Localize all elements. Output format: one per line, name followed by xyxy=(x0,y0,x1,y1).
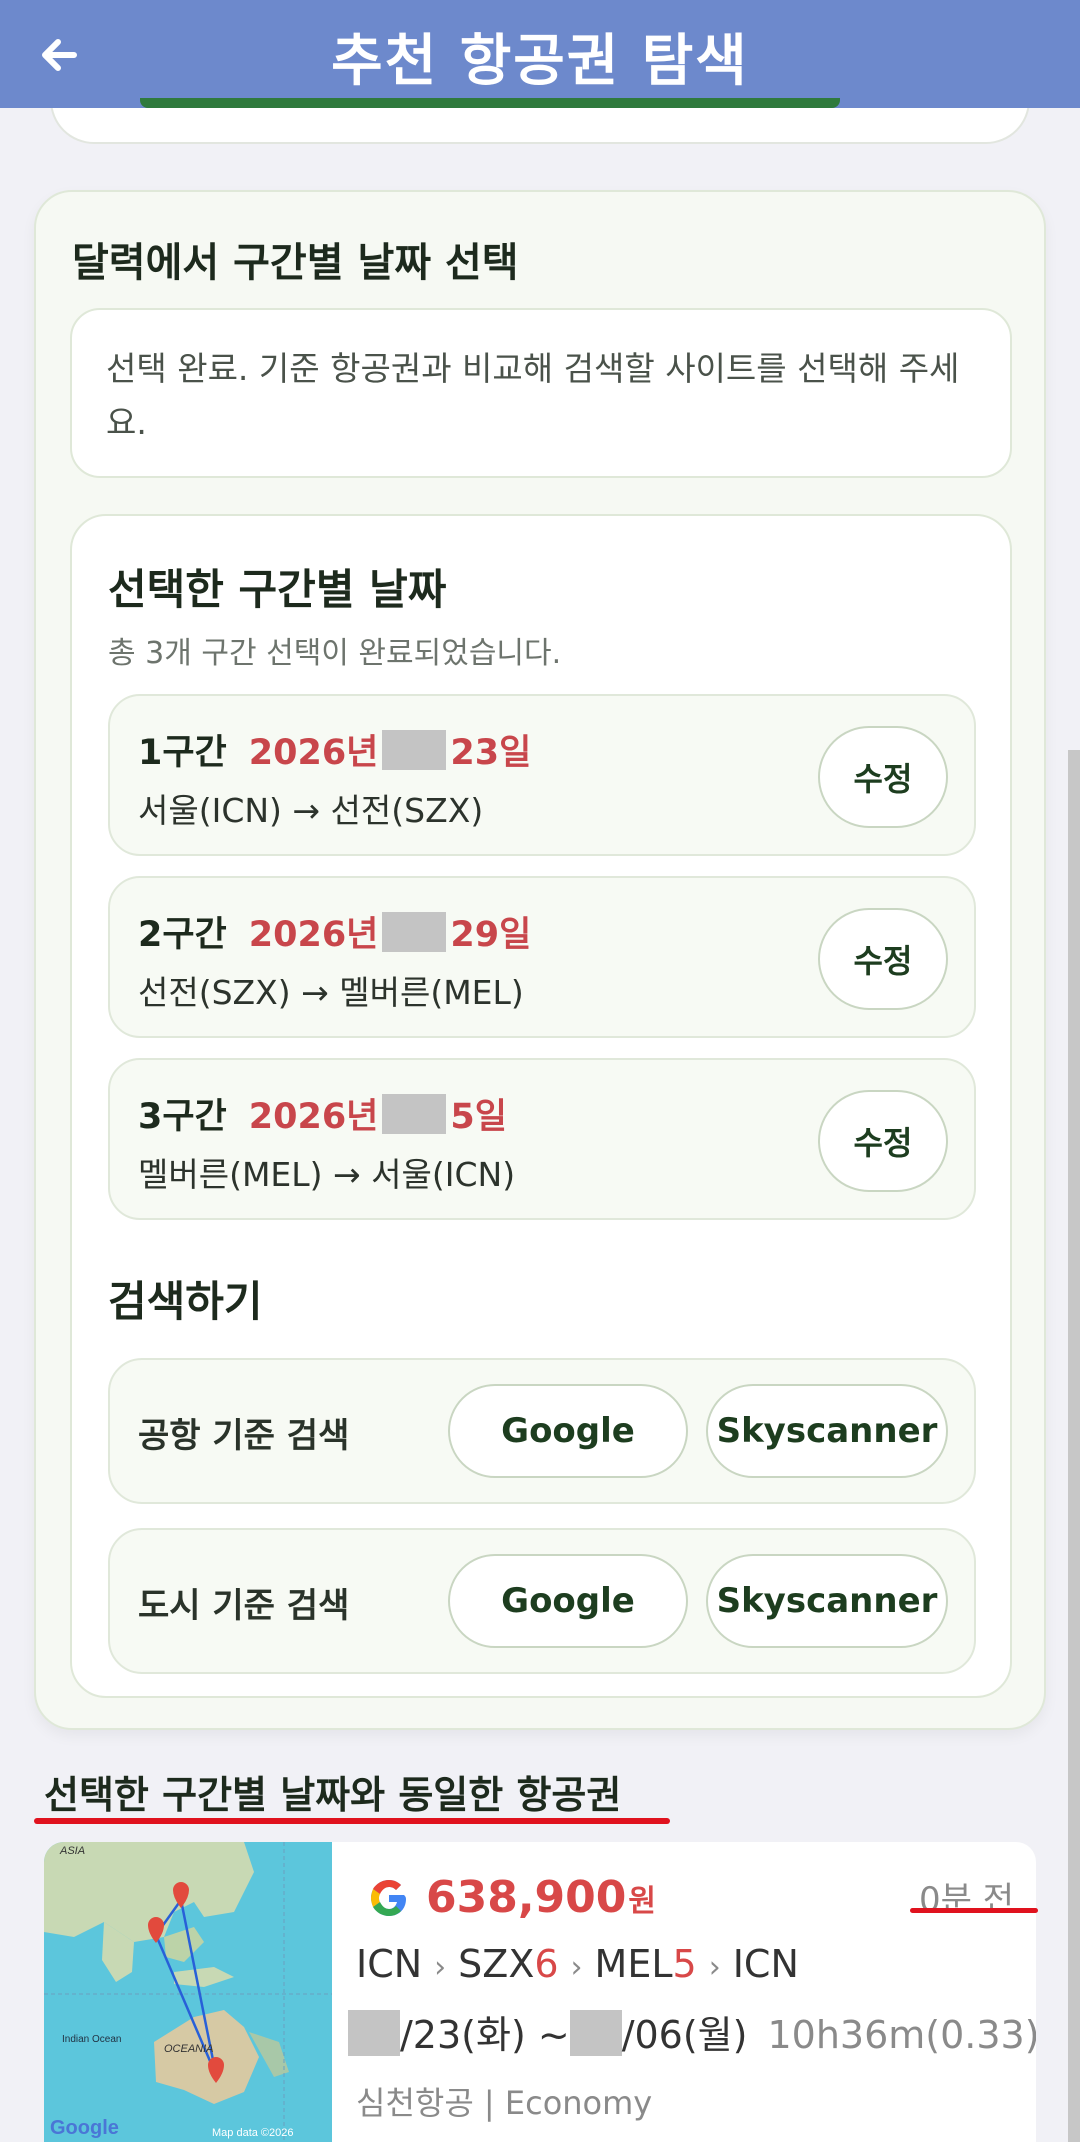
airport-google-button[interactable]: Google xyxy=(448,1384,688,1478)
map-label-oceania: OCEANIA xyxy=(164,2043,214,2055)
segment-label: 3구간 xyxy=(138,1097,227,1137)
calendar-selection-card: 달력에서 구간별 날짜 선택 선택 완료. 기준 항공권과 비교해 검색할 사이… xyxy=(34,190,1046,1730)
segment-date-line: 2구간 2026년 29일 xyxy=(138,906,531,957)
edit-segment-2-button[interactable]: 수정 xyxy=(818,908,948,1010)
selected-dates-title: 선택한 구간별 날짜 xyxy=(108,565,447,614)
airport-search-label: 공항 기준 검색 xyxy=(138,1416,350,1456)
status-message: 선택 완료. 기준 항공권과 비교해 검색할 사이트를 선택해 주세요. xyxy=(70,308,1012,478)
route-map: ASIA Indian Ocean OCEANIA Google Map dat… xyxy=(44,1842,332,2142)
redacted-month xyxy=(569,2010,622,2056)
segment-route: 멜버른(MEL) → 서울(ICN) xyxy=(138,1155,516,1194)
segment-year: 2026년 xyxy=(248,1097,379,1137)
end-date: /06(월) xyxy=(621,2013,748,2057)
redacted-month xyxy=(382,912,447,952)
selected-dates-card: 선택한 구간별 날짜 총 3개 구간 선택이 완료되었습니다. 1구간 2026년… xyxy=(70,514,1012,1698)
page-title: 추천 항공권 탐색 xyxy=(331,29,749,94)
price-row: 638,900 원 xyxy=(366,1872,656,1923)
route-stop: SZX xyxy=(458,1942,535,1986)
previous-card-button-edge xyxy=(140,98,840,108)
same-tickets-title: 선택한 구간별 날짜와 동일한 항공권 xyxy=(44,1773,622,1817)
currency-label: 원 xyxy=(628,1883,657,1919)
ticket-dates: /23(화) ~ /06(월) 10h36m(0.33) xyxy=(348,2004,1036,2059)
search-section-title: 검색하기 xyxy=(108,1277,263,1326)
start-date: /23(화) ~ xyxy=(400,2013,570,2057)
chevron-right-icon: › xyxy=(708,1950,721,1985)
redacted-month xyxy=(382,1094,447,1134)
segment-label: 2구간 xyxy=(138,915,227,955)
segment-2: 2구간 2026년 29일 선전(SZX) → 멜버른(MEL) 수정 xyxy=(108,876,976,1038)
route-stop: ICN xyxy=(356,1942,423,1986)
segment-3: 3구간 2026년 5일 멜버른(MEL) → 서울(ICN) 수정 xyxy=(108,1058,976,1220)
ticket-result-card[interactable]: ASIA Indian Ocean OCEANIA Google Map dat… xyxy=(44,1842,1036,2142)
calendar-section-title: 달력에서 구간별 날짜 선택 xyxy=(72,240,519,286)
city-search-row: 도시 기준 검색 Google Skyscanner xyxy=(108,1528,976,1674)
segment-1: 1구간 2026년 23일 서울(ICN) → 선전(SZX) 수정 xyxy=(108,694,976,856)
airport-search-row: 공항 기준 검색 Google Skyscanner xyxy=(108,1358,976,1504)
edit-segment-1-button[interactable]: 수정 xyxy=(818,726,948,828)
segment-day: 23일 xyxy=(450,733,532,773)
redacted-month xyxy=(382,730,447,770)
segment-date-line: 3구간 2026년 5일 xyxy=(138,1088,507,1139)
stay-days: 5 xyxy=(672,1942,697,1986)
ticket-route: ICN › SZX6 › MEL5 › ICN xyxy=(356,1942,799,1986)
map-label-asia: ASIA xyxy=(59,1845,85,1857)
route-stop: MEL xyxy=(594,1942,673,1986)
map-google-logo: Google xyxy=(50,2117,119,2139)
redacted-month xyxy=(348,2010,400,2056)
airline-class: 심천항공 | Economy xyxy=(356,2084,653,2122)
edit-segment-3-button[interactable]: 수정 xyxy=(818,1090,948,1192)
segment-label: 1구간 xyxy=(138,733,227,773)
segment-day: 29일 xyxy=(450,915,532,955)
segment-route: 서울(ICN) → 선전(SZX) xyxy=(138,791,484,830)
selected-dates-subtitle: 총 3개 구간 선택이 완료되었습니다. xyxy=(108,636,562,671)
airport-skyscanner-button[interactable]: Skyscanner xyxy=(706,1384,948,1478)
ticket-price: 638,900 xyxy=(426,1872,627,1923)
route-stop: ICN xyxy=(732,1942,799,1986)
chevron-right-icon: › xyxy=(570,1950,583,1985)
flight-duration: 10h36m(0.33) xyxy=(767,2013,1036,2057)
updated-ago: 0분 전 xyxy=(919,1880,1014,1920)
app-bar: 추천 항공권 탐색 xyxy=(0,0,1080,108)
city-skyscanner-button[interactable]: Skyscanner xyxy=(706,1554,948,1648)
segment-year: 2026년 xyxy=(248,733,379,773)
chevron-right-icon: › xyxy=(434,1950,447,1985)
segment-route: 선전(SZX) → 멜버른(MEL) xyxy=(138,973,524,1012)
city-search-label: 도시 기준 검색 xyxy=(138,1586,350,1626)
annotation-underline xyxy=(910,1908,1038,1913)
map-data-credit: Map data ©2026 xyxy=(212,2127,294,2139)
map-label-indian-ocean: Indian Ocean xyxy=(62,2034,122,2045)
city-google-button[interactable]: Google xyxy=(448,1554,688,1648)
stay-days: 6 xyxy=(534,1942,559,1986)
google-g-icon xyxy=(371,1879,406,1916)
segment-year: 2026년 xyxy=(248,915,379,955)
segment-date-line: 1구간 2026년 23일 xyxy=(138,724,531,775)
annotation-underline xyxy=(34,1818,670,1824)
scrollbar[interactable] xyxy=(1068,750,1080,2142)
segment-day: 5일 xyxy=(450,1097,507,1137)
